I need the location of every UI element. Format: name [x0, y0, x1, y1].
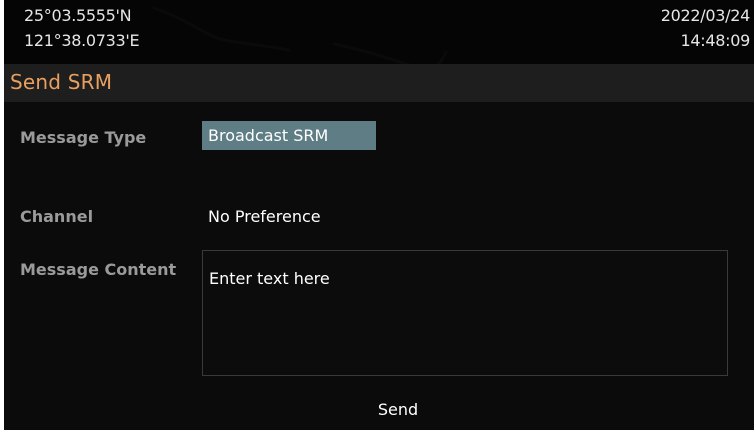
message-type-label: Message Type [20, 128, 147, 147]
channel-select[interactable]: No Preference [208, 207, 321, 226]
title-bar: Send SRM [4, 64, 754, 102]
status-bar: 25°03.5555'N 121°38.0733'E 2022/03/24 14… [4, 0, 754, 64]
message-content-label: Message Content [20, 260, 177, 279]
srm-screen: 25°03.5555'N 121°38.0733'E 2022/03/24 14… [4, 0, 754, 430]
message-type-select[interactable]: Broadcast SRM [202, 121, 376, 150]
latitude-readout: 25°03.5555'N [24, 6, 132, 25]
message-content-field[interactable]: Enter text here [202, 250, 728, 376]
date-readout: 2022/03/24 [660, 6, 751, 25]
time-readout: 14:48:09 [680, 31, 751, 50]
page-title: Send SRM [10, 70, 113, 94]
longitude-readout: 121°38.0733'E [24, 31, 140, 50]
send-button[interactable]: Send [348, 396, 448, 424]
channel-label: Channel [20, 207, 94, 226]
